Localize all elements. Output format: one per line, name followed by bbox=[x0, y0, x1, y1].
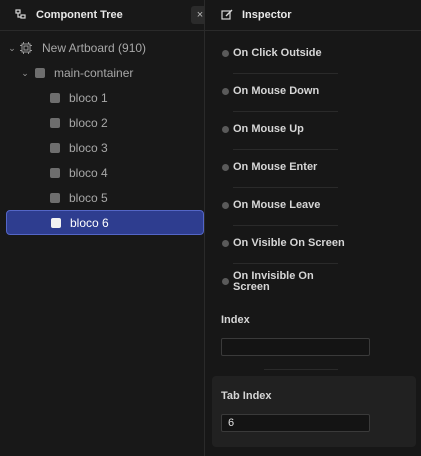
event-status-dot bbox=[222, 50, 229, 57]
element-square-icon bbox=[50, 168, 60, 178]
tree-row-label: main-container bbox=[54, 66, 134, 80]
tree-row-bloco-4[interactable]: bloco 4 bbox=[0, 161, 205, 185]
chevron-down-icon[interactable]: ⌄ bbox=[20, 68, 30, 78]
artboard-icon bbox=[20, 42, 32, 54]
event-status-dot bbox=[222, 88, 229, 95]
tree-row-bloco-6[interactable]: bloco 6 bbox=[6, 210, 204, 235]
edit-icon bbox=[221, 9, 233, 21]
index-input[interactable] bbox=[221, 338, 370, 356]
inspector-header: Inspector bbox=[205, 0, 421, 31]
tab-index-input[interactable] bbox=[221, 414, 370, 432]
tree-row-bloco-3[interactable]: bloco 3 bbox=[0, 136, 205, 160]
element-square-icon bbox=[50, 93, 60, 103]
tree-row-artboard[interactable]: ⌄ New Artboard (910) bbox=[0, 36, 205, 60]
divider bbox=[233, 225, 338, 226]
inspector-title: Inspector bbox=[242, 9, 292, 21]
event-on-mouse-down[interactable]: On Mouse Down bbox=[233, 86, 319, 97]
event-status-dot bbox=[222, 126, 229, 133]
tree-row-bloco-2[interactable]: bloco 2 bbox=[0, 111, 205, 135]
component-tree-panel: Component Tree × ⌄ New Artboard (910) ⌄ … bbox=[0, 0, 209, 456]
event-on-mouse-up[interactable]: On Mouse Up bbox=[233, 124, 304, 135]
close-icon: × bbox=[196, 9, 204, 21]
component-tree-title: Component Tree bbox=[36, 9, 123, 21]
event-on-mouse-leave[interactable]: On Mouse Leave bbox=[233, 200, 320, 211]
tree-row-label: bloco 2 bbox=[69, 116, 108, 130]
tree-row-label: bloco 5 bbox=[69, 191, 108, 205]
component-tree-header: Component Tree × bbox=[0, 0, 209, 31]
event-status-dot bbox=[222, 164, 229, 171]
element-square-icon bbox=[51, 218, 61, 228]
element-square-icon bbox=[35, 68, 45, 78]
event-on-visible-on-screen[interactable]: On Visible On Screen bbox=[233, 238, 345, 249]
chevron-down-icon[interactable]: ⌄ bbox=[7, 43, 17, 53]
event-status-dot bbox=[222, 240, 229, 247]
divider bbox=[233, 73, 338, 74]
tree-icon bbox=[15, 9, 27, 21]
tree-row-label: bloco 3 bbox=[69, 141, 108, 155]
event-on-mouse-enter[interactable]: On Mouse Enter bbox=[233, 162, 317, 173]
event-on-click-outside[interactable]: On Click Outside bbox=[233, 48, 322, 59]
tree-row-main-container[interactable]: ⌄ main-container bbox=[0, 61, 205, 85]
element-square-icon bbox=[50, 118, 60, 128]
index-label: Index bbox=[221, 314, 250, 326]
element-square-icon bbox=[50, 143, 60, 153]
tree-row-label: bloco 6 bbox=[70, 216, 109, 230]
element-square-icon bbox=[50, 193, 60, 203]
divider bbox=[233, 149, 338, 150]
divider bbox=[233, 187, 338, 188]
divider bbox=[233, 111, 338, 112]
event-status-dot bbox=[222, 278, 229, 285]
tree-row-bloco-1[interactable]: bloco 1 bbox=[0, 86, 205, 110]
tree-row-label: bloco 1 bbox=[69, 91, 108, 105]
tab-index-card bbox=[212, 376, 416, 447]
event-on-invisible-on-screen-line2: Screen bbox=[233, 281, 270, 293]
tree-row-label: bloco 4 bbox=[69, 166, 108, 180]
tab-index-label: Tab Index bbox=[221, 390, 272, 402]
divider bbox=[233, 263, 338, 264]
tree-row-label: New Artboard (910) bbox=[42, 41, 147, 55]
event-status-dot bbox=[222, 202, 229, 209]
tree-row-bloco-5[interactable]: bloco 5 bbox=[0, 186, 205, 210]
divider bbox=[264, 369, 338, 370]
